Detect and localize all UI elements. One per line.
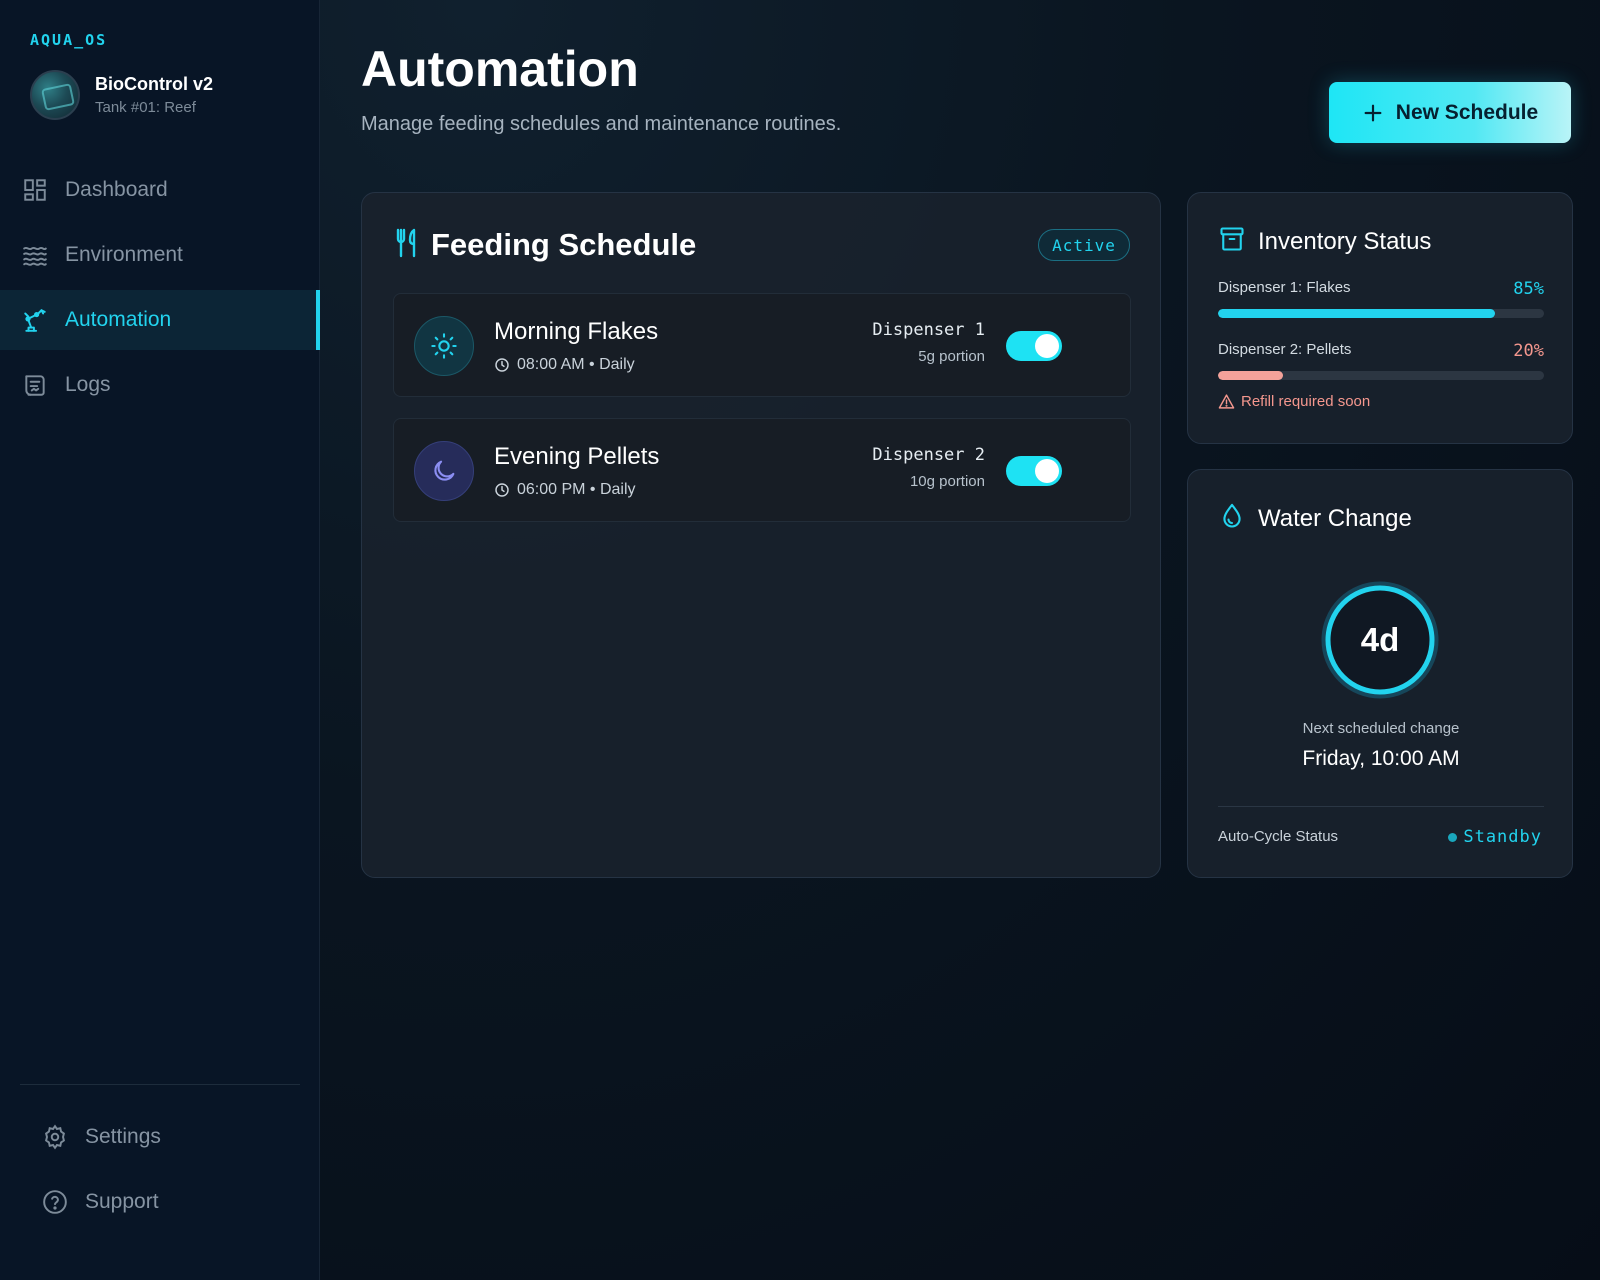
- sidebar-bottom-nav: Settings Support: [0, 1107, 320, 1237]
- sidebar-item-label: Logs: [65, 373, 111, 396]
- sidebar-item-dashboard[interactable]: Dashboard: [0, 160, 320, 220]
- schedule-name: Evening Pellets: [494, 443, 660, 470]
- sidebar-nav: Dashboard Environment Automation Logs: [0, 160, 320, 420]
- warning-icon: [1218, 393, 1235, 410]
- toggle-knob: [1035, 334, 1059, 358]
- schedule-toggle[interactable]: [1006, 456, 1062, 486]
- inventory-label: Dispenser 1: Flakes: [1218, 279, 1351, 296]
- inventory-percent: 20%: [1513, 341, 1544, 361]
- waves-icon: [22, 242, 48, 268]
- feeding-schedule-card: Feeding Schedule Active Morning Flakes 0…: [361, 192, 1161, 878]
- auto-cycle-status: Standby: [1448, 827, 1542, 847]
- inventory-title: Inventory Status: [1258, 227, 1432, 255]
- water-change-card: Water Change 4d Next scheduled change Fr…: [1187, 469, 1573, 878]
- dashboard-icon: [22, 177, 48, 203]
- inventory-item-pellets: Dispenser 2: Pellets 20%: [1218, 341, 1544, 380]
- clock-icon: [494, 482, 510, 498]
- moon-icon: [414, 441, 474, 501]
- schedule-time: 08:00 AM • Daily: [517, 356, 635, 373]
- inventory-status-card: Inventory Status Dispenser 1: Flakes 85%…: [1187, 192, 1573, 444]
- profile-subtitle: Tank #01: Reef: [95, 99, 196, 116]
- auto-cycle-label: Auto-Cycle Status: [1218, 828, 1339, 845]
- schedule-item-morning[interactable]: Morning Flakes 08:00 AM • Daily Dispense…: [393, 293, 1131, 397]
- sun-icon: [414, 316, 474, 376]
- countdown-ring: 4d: [1320, 580, 1440, 700]
- new-schedule-label: New Schedule: [1395, 100, 1539, 124]
- sidebar-item-label: Dashboard: [65, 178, 168, 201]
- sidebar-divider: [20, 1084, 300, 1085]
- plus-icon: [1362, 102, 1384, 124]
- sidebar-item-automation[interactable]: Automation: [0, 290, 320, 350]
- auto-cycle-status-text: Standby: [1463, 827, 1542, 847]
- schedule-toggle[interactable]: [1006, 331, 1062, 361]
- status-dot: [1448, 832, 1458, 842]
- dispenser-name: Dispenser 1: [872, 320, 985, 340]
- logs-icon: [22, 372, 48, 398]
- schedule-time: 06:00 PM • Daily: [517, 481, 636, 498]
- sidebar-item-environment[interactable]: Environment: [0, 225, 320, 285]
- sidebar-item-settings[interactable]: Settings: [0, 1107, 320, 1167]
- inventory-percent: 85%: [1513, 279, 1544, 299]
- sidebar-item-label: Automation: [65, 308, 172, 331]
- inventory-bar: [1218, 371, 1544, 380]
- water-change-title: Water Change: [1258, 504, 1412, 532]
- schedule-item-evening[interactable]: Evening Pellets 06:00 PM • Daily Dispens…: [393, 418, 1131, 522]
- main-content: Automation Manage feeding schedules and …: [321, 0, 1600, 1280]
- avatar: [30, 70, 80, 120]
- sidebar-item-label: Support: [85, 1190, 159, 1213]
- gear-icon: [42, 1124, 68, 1150]
- dispenser-portion: 10g portion: [909, 473, 985, 490]
- page-title: Automation: [361, 41, 639, 97]
- droplet-icon: [1218, 502, 1246, 535]
- next-change-label: Next scheduled change: [1302, 720, 1460, 737]
- feeding-title: Feeding Schedule: [431, 227, 697, 262]
- schedule-name: Morning Flakes: [494, 318, 659, 345]
- clock-icon: [494, 357, 510, 373]
- help-icon: [42, 1189, 68, 1215]
- next-change-value: Friday, 10:00 AM: [1302, 747, 1460, 770]
- refill-warning: Refill required soon: [1218, 393, 1370, 410]
- brand-logo-text: AQUA_OS: [30, 31, 108, 49]
- utensils-icon: [395, 228, 419, 263]
- robot-arm-icon: [22, 307, 48, 333]
- dispenser-portion: 5g portion: [918, 348, 985, 365]
- inventory-bar-fill: [1218, 371, 1284, 380]
- inventory-bar: [1218, 309, 1544, 318]
- archive-icon: [1218, 225, 1246, 258]
- divider: [1218, 806, 1544, 807]
- toggle-knob: [1035, 459, 1059, 483]
- sidebar-item-logs[interactable]: Logs: [0, 355, 320, 415]
- profile-name: BioControl v2: [95, 74, 214, 94]
- sidebar-item-label: Settings: [85, 1125, 161, 1148]
- sidebar-item-label: Environment: [65, 243, 183, 266]
- page-subtitle: Manage feeding schedules and maintenance…: [361, 113, 842, 135]
- inventory-bar-fill: [1218, 309, 1496, 318]
- profile: BioControl v2 Tank #01: Reef: [30, 70, 213, 120]
- countdown-value: 4d: [1360, 621, 1400, 658]
- sidebar-item-support[interactable]: Support: [0, 1172, 320, 1232]
- warning-text: Refill required soon: [1241, 393, 1371, 410]
- inventory-item-flakes: Dispenser 1: Flakes 85%: [1218, 279, 1544, 318]
- dispenser-name: Dispenser 2: [872, 445, 985, 465]
- inventory-label: Dispenser 2: Pellets: [1218, 341, 1352, 358]
- sidebar: AQUA_OS BioControl v2 Tank #01: Reef Das…: [0, 0, 320, 1280]
- new-schedule-button[interactable]: New Schedule: [1329, 82, 1571, 143]
- status-badge: Active: [1038, 229, 1130, 261]
